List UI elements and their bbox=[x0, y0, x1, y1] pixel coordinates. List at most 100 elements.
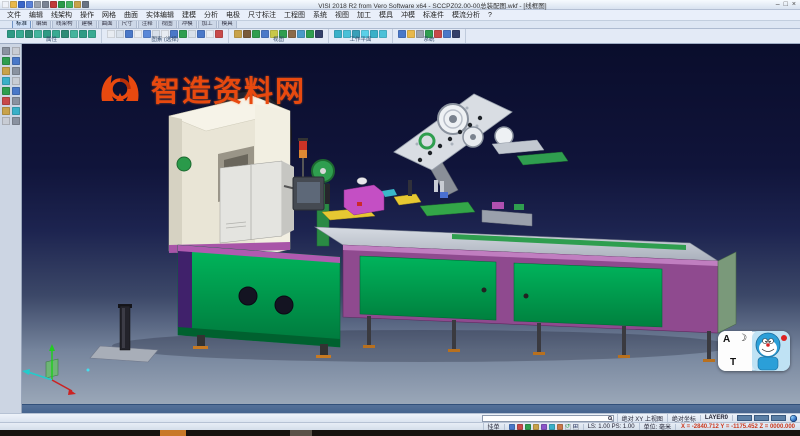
calculator-icon[interactable] bbox=[407, 30, 415, 38]
spline-tool-icon[interactable] bbox=[12, 77, 20, 85]
attr-layer-icon[interactable] bbox=[16, 30, 24, 38]
maximize-button[interactable]: □ bbox=[784, 1, 788, 9]
show-element-icon[interactable] bbox=[215, 30, 223, 38]
minimize-button[interactable]: – bbox=[776, 1, 780, 9]
menu-item-9[interactable]: 电极 bbox=[222, 10, 244, 20]
new-doc-icon[interactable] bbox=[2, 1, 9, 8]
select-tool-icon[interactable] bbox=[2, 47, 10, 55]
attr-line-type-icon[interactable] bbox=[25, 30, 33, 38]
regen-icon[interactable]: ↺ bbox=[565, 424, 571, 430]
menu-item-8[interactable]: 分析 bbox=[200, 10, 222, 20]
delete-tool-icon[interactable] bbox=[12, 117, 20, 125]
workplane-xy-icon[interactable] bbox=[334, 30, 342, 38]
crosshair-icon[interactable]: ⊞ bbox=[573, 424, 579, 430]
macro-icon[interactable] bbox=[74, 1, 81, 8]
menu-item-11[interactable]: 工程图 bbox=[280, 10, 309, 20]
options-icon[interactable] bbox=[398, 30, 406, 38]
redo-icon[interactable] bbox=[66, 1, 73, 8]
taskbar-app-segment[interactable] bbox=[160, 430, 186, 436]
menu-item-18[interactable]: 模流分析 bbox=[448, 10, 484, 20]
menu-item-10[interactable]: 尺寸标注 bbox=[244, 10, 280, 20]
offset-tool-icon[interactable] bbox=[2, 97, 10, 105]
plot-icon[interactable] bbox=[42, 1, 49, 8]
3d-viewport[interactable]: 智造资料网 A ☽ T bbox=[22, 44, 800, 404]
select-layer-icon[interactable] bbox=[134, 30, 142, 38]
print-icon[interactable] bbox=[34, 1, 41, 8]
toolbar-tab-3[interactable]: 建模 bbox=[78, 21, 97, 28]
menu-item-13[interactable]: 视图 bbox=[331, 10, 353, 20]
globe-icon[interactable] bbox=[790, 415, 797, 422]
undo-icon[interactable] bbox=[58, 1, 65, 8]
menu-item-19[interactable]: ? bbox=[484, 12, 496, 19]
select-color-icon[interactable] bbox=[125, 30, 133, 38]
toolbar-tab-9[interactable]: 加工 bbox=[198, 21, 217, 28]
line-tool-icon[interactable] bbox=[2, 57, 10, 65]
zoom-out-icon[interactable] bbox=[261, 30, 269, 38]
move-tool-icon[interactable] bbox=[2, 107, 10, 115]
ime-widget[interactable]: A ☽ T bbox=[718, 331, 790, 371]
scale-tool-icon[interactable] bbox=[2, 117, 10, 125]
menu-item-5[interactable]: 曲面 bbox=[120, 10, 142, 20]
help-icon[interactable] bbox=[452, 30, 460, 38]
menu-item-16[interactable]: 冲模 bbox=[397, 10, 419, 20]
toolbar-tab-1[interactable]: 编辑 bbox=[32, 21, 51, 28]
attr-color-icon[interactable] bbox=[7, 30, 15, 38]
menu-item-1[interactable]: 编辑 bbox=[25, 10, 47, 20]
zoom-window-icon[interactable] bbox=[243, 30, 251, 38]
close-button[interactable]: × bbox=[792, 1, 796, 9]
view-manager-icon[interactable] bbox=[315, 30, 323, 38]
menu-item-12[interactable]: 系统 bbox=[309, 10, 331, 20]
attr-reset-icon[interactable] bbox=[88, 30, 96, 38]
menu-item-6[interactable]: 实体编辑 bbox=[142, 10, 178, 20]
group-icon[interactable] bbox=[188, 30, 196, 38]
snap-center-icon[interactable] bbox=[533, 424, 539, 430]
perspective-icon[interactable] bbox=[306, 30, 314, 38]
extend-tool-icon[interactable] bbox=[12, 87, 20, 95]
zoom-all-icon[interactable] bbox=[234, 30, 242, 38]
snap-point-icon[interactable] bbox=[517, 424, 523, 430]
menu-item-14[interactable]: 加工 bbox=[353, 10, 375, 20]
toolbar-tab-2[interactable]: 线架构 bbox=[52, 21, 77, 28]
rectangle-tool-icon[interactable] bbox=[12, 67, 20, 75]
menu-item-15[interactable]: 模具 bbox=[375, 10, 397, 20]
toolbar-tab-10[interactable]: 模具 bbox=[218, 21, 237, 28]
attr-line-width-icon[interactable] bbox=[34, 30, 42, 38]
save-all-icon[interactable] bbox=[26, 1, 33, 8]
zoom-in-icon[interactable] bbox=[252, 30, 260, 38]
wireframe-icon[interactable] bbox=[297, 30, 305, 38]
arc-tool-icon[interactable] bbox=[2, 67, 10, 75]
save-icon[interactable] bbox=[18, 1, 25, 8]
select-all-icon[interactable] bbox=[107, 30, 115, 38]
search-input[interactable] bbox=[484, 416, 608, 421]
toolbar-tab-8[interactable]: 冲模 bbox=[178, 21, 197, 28]
toolbar-tab-0[interactable]: 标准 bbox=[12, 21, 31, 28]
search-box[interactable] bbox=[482, 415, 614, 422]
select-box-icon[interactable] bbox=[116, 30, 124, 38]
measure-icon[interactable] bbox=[434, 30, 442, 38]
select-type-icon[interactable] bbox=[143, 30, 151, 38]
mirror-tool-icon[interactable] bbox=[12, 97, 20, 105]
menu-item-3[interactable]: 操作 bbox=[76, 10, 98, 20]
snap-grid-icon[interactable] bbox=[509, 424, 515, 430]
menu-item-0[interactable]: 文件 bbox=[3, 10, 25, 20]
menu-item-17[interactable]: 标准件 bbox=[419, 10, 448, 20]
toolbar-tab-5[interactable]: 尺寸 bbox=[118, 21, 137, 28]
snap-mid-icon[interactable] bbox=[525, 424, 531, 430]
trim-tool-icon[interactable] bbox=[2, 87, 10, 95]
snap-perp-icon[interactable] bbox=[557, 424, 563, 430]
workplane-reset-icon[interactable] bbox=[379, 30, 387, 38]
command-bar[interactable] bbox=[22, 404, 800, 413]
taskbar-app-segment-2[interactable] bbox=[290, 430, 312, 436]
toolbar-tab-4[interactable]: 曲面 bbox=[98, 21, 117, 28]
ungroup-icon[interactable] bbox=[197, 30, 205, 38]
rotate-tool-icon[interactable] bbox=[12, 107, 20, 115]
customize-icon[interactable] bbox=[82, 1, 89, 8]
toolbar-tab-6[interactable]: 注释 bbox=[138, 21, 157, 28]
cut-icon[interactable] bbox=[50, 1, 57, 8]
snap-tangent-icon[interactable] bbox=[549, 424, 555, 430]
filter-icon[interactable] bbox=[179, 30, 187, 38]
shade-icon[interactable] bbox=[288, 30, 296, 38]
attr-paint-icon[interactable] bbox=[61, 30, 69, 38]
attr-lock-icon[interactable] bbox=[79, 30, 87, 38]
circle-tool-icon[interactable] bbox=[12, 57, 20, 65]
